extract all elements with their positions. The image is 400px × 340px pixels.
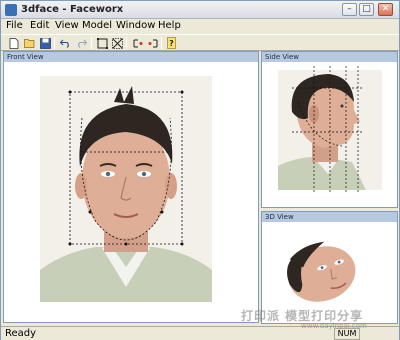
mirror-left-icon[interactable] [131,37,144,49]
menu-help[interactable]: Help [158,20,181,31]
save-icon[interactable] [39,37,52,49]
window-title: 3dface - Faceworx [21,4,124,15]
menu-model[interactable]: Model [82,20,112,31]
front-view-face-photo[interactable] [4,62,258,322]
menu-file[interactable]: File [6,20,23,31]
help-icon[interactable]: ? [165,37,178,49]
close-button[interactable]: ✕ [378,3,393,16]
toolbar-separator [54,37,55,49]
mirror-right-icon[interactable] [146,37,159,49]
toolbar-separator [126,37,127,49]
app-icon [5,4,17,16]
side-view-face-photo[interactable] [262,62,397,207]
app-window: 3dface - Faceworx – □ ✕ File Edit View M… [0,0,400,340]
watermark-url: www.dayinpai.com [301,322,367,330]
select-rect-icon[interactable] [96,37,109,49]
menu-window[interactable]: Window [116,20,155,31]
side-view-header: Side View [262,52,397,62]
menu-edit[interactable]: Edit [30,20,49,31]
menu-view[interactable]: View [55,20,79,31]
open-icon[interactable] [23,37,36,49]
svg-text:?: ? [169,39,174,48]
toolbar-separator [161,37,162,49]
title-bar[interactable]: 3dface - Faceworx – □ ✕ [1,1,399,19]
new-icon[interactable] [7,37,20,49]
front-view-header: Front View [4,52,258,62]
menu-bar: File Edit View Model Window Help [1,19,399,34]
status-text: Ready [5,328,37,339]
transform-icon[interactable] [111,37,124,49]
toolbar-separator [91,37,92,49]
side-view-panel[interactable]: Side View [261,51,398,208]
front-view-panel[interactable]: Front View [3,51,259,323]
undo-icon[interactable] [59,37,72,49]
toolbar: ? [1,34,399,51]
3d-view-header: 3D View [262,212,397,222]
minimize-button[interactable]: – [342,3,357,16]
redo-icon[interactable] [75,37,88,49]
maximize-button[interactable]: □ [359,3,374,16]
